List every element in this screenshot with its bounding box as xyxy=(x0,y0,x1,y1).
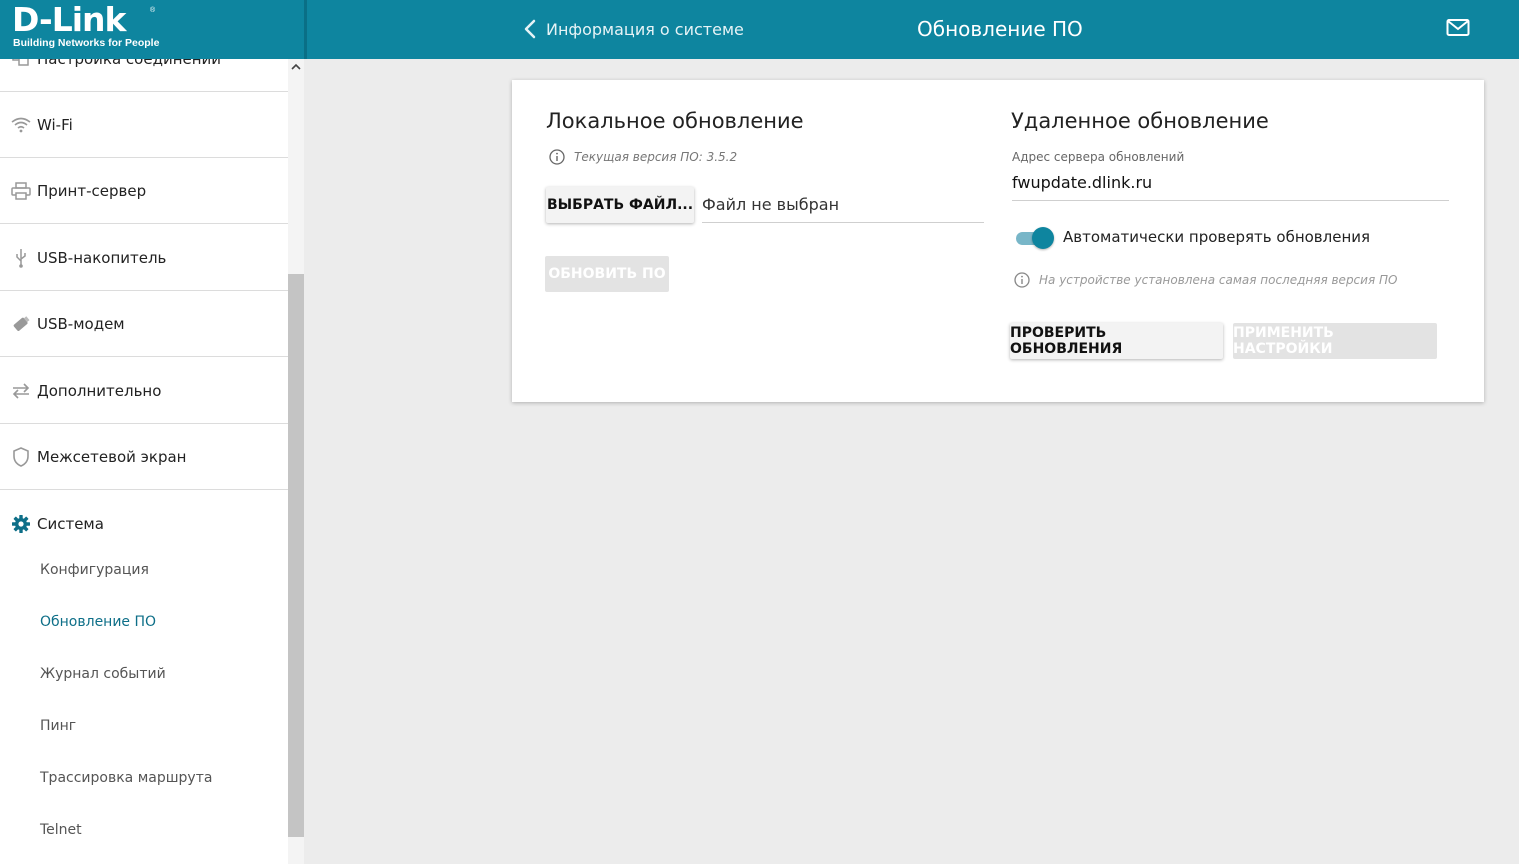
file-status-text: Файл не выбран xyxy=(702,195,840,214)
sidebar-item-advanced[interactable]: Дополнительно xyxy=(0,358,288,424)
check-updates-button[interactable]: ПРОВЕРИТЬ ОБНОВЛЕНИЯ xyxy=(1010,323,1223,359)
page-title: Обновление ПО xyxy=(917,17,1083,41)
connections-icon xyxy=(10,59,32,70)
sidebar-item-label: Настройка соединений xyxy=(37,59,221,68)
auto-check-label: Автоматически проверять обновления xyxy=(1063,228,1371,246)
back-link[interactable]: Информация о системе xyxy=(524,14,744,44)
sidebar-item-label: Межсетевой экран xyxy=(37,447,187,466)
sidebar-subitem-telnet[interactable]: Telnet xyxy=(40,822,82,838)
logo-text: D-Link xyxy=(12,0,126,39)
sidebar-item-label: Система xyxy=(37,515,104,533)
update-server-input[interactable]: fwupdate.dlink.ru xyxy=(1012,171,1449,201)
sidebar-scrollbar-thumb[interactable] xyxy=(288,274,304,837)
sidebar-item-label: USB-модем xyxy=(37,314,125,333)
update-firmware-button[interactable]: ОБНОВИТЬ ПО xyxy=(545,256,669,292)
sidebar-item-connections[interactable]: Настройка соединений xyxy=(0,59,288,92)
sidebar-item-print-server[interactable]: Принт-сервер xyxy=(0,158,288,224)
remote-status-info: На устройстве установлена самая последня… xyxy=(1014,272,1397,288)
sidebar-item-system[interactable]: Система xyxy=(0,491,288,557)
sidebar-subitem-traceroute[interactable]: Трассировка маршрута xyxy=(40,770,212,786)
remote-status-text: На устройстве установлена самая последня… xyxy=(1039,273,1398,287)
shield-icon xyxy=(10,446,32,468)
logo[interactable]: D-Link ® Building Networks for People xyxy=(0,0,304,59)
sidebar-subitem-firmware-update[interactable]: Обновление ПО xyxy=(40,614,156,630)
update-server-label: Адрес сервера обновлений xyxy=(1012,150,1185,164)
sidebar-subitem-configuration[interactable]: Конфигурация xyxy=(40,562,149,578)
local-update-title: Локальное обновление xyxy=(546,109,804,133)
current-version-text: Текущая версия ПО: 3.5.2 xyxy=(574,150,738,164)
scroll-up-icon[interactable] xyxy=(288,59,304,75)
header-divider xyxy=(304,0,307,59)
choose-file-button[interactable]: ВЫБРАТЬ ФАЙЛ... xyxy=(546,187,694,223)
arrows-icon xyxy=(10,380,32,402)
sidebar: Настройка соединений Wi-Fi Принт-сервер … xyxy=(0,59,304,864)
remote-update-title: Удаленное обновление xyxy=(1011,109,1269,133)
sidebar-item-label: Wi-Fi xyxy=(37,115,73,134)
usb-modem-icon xyxy=(10,313,32,335)
toggle-knob xyxy=(1032,227,1054,249)
logo-registered-mark: ® xyxy=(150,7,156,14)
auto-check-toggle[interactable] xyxy=(1014,227,1054,249)
current-version-info: Текущая версия ПО: 3.5.2 xyxy=(549,149,737,165)
sidebar-item-label: Принт-сервер xyxy=(37,181,147,200)
sidebar-item-firewall[interactable]: Межсетевой экран xyxy=(0,424,288,490)
info-icon xyxy=(549,149,565,165)
apply-settings-button[interactable]: ПРИМЕНИТЬ НАСТРОЙКИ xyxy=(1233,323,1437,359)
wifi-icon xyxy=(10,114,32,136)
back-link-label: Информация о системе xyxy=(546,19,744,39)
info-icon xyxy=(1014,272,1030,288)
mail-icon[interactable] xyxy=(1446,18,1470,38)
file-status-field: Файл не выбран xyxy=(702,193,984,223)
sidebar-subitem-ping[interactable]: Пинг xyxy=(40,718,76,734)
logo-tagline: Building Networks for People xyxy=(13,37,160,49)
usb-icon xyxy=(10,247,32,269)
gear-icon xyxy=(10,513,32,535)
top-header: D-Link ® Building Networks for People Ин… xyxy=(0,0,1519,59)
update-server-value: fwupdate.dlink.ru xyxy=(1012,173,1153,192)
sidebar-item-label: Дополнительно xyxy=(37,381,162,400)
sidebar-item-usb-storage[interactable]: USB-накопитель xyxy=(0,225,288,291)
printer-icon xyxy=(10,180,32,202)
sidebar-item-usb-modem[interactable]: USB-модем xyxy=(0,291,288,357)
chevron-left-icon xyxy=(524,19,536,39)
sidebar-item-label: USB-накопитель xyxy=(37,248,167,267)
sidebar-item-wifi[interactable]: Wi-Fi xyxy=(0,92,288,158)
sidebar-subitem-event-log[interactable]: Журнал событий xyxy=(40,666,166,682)
